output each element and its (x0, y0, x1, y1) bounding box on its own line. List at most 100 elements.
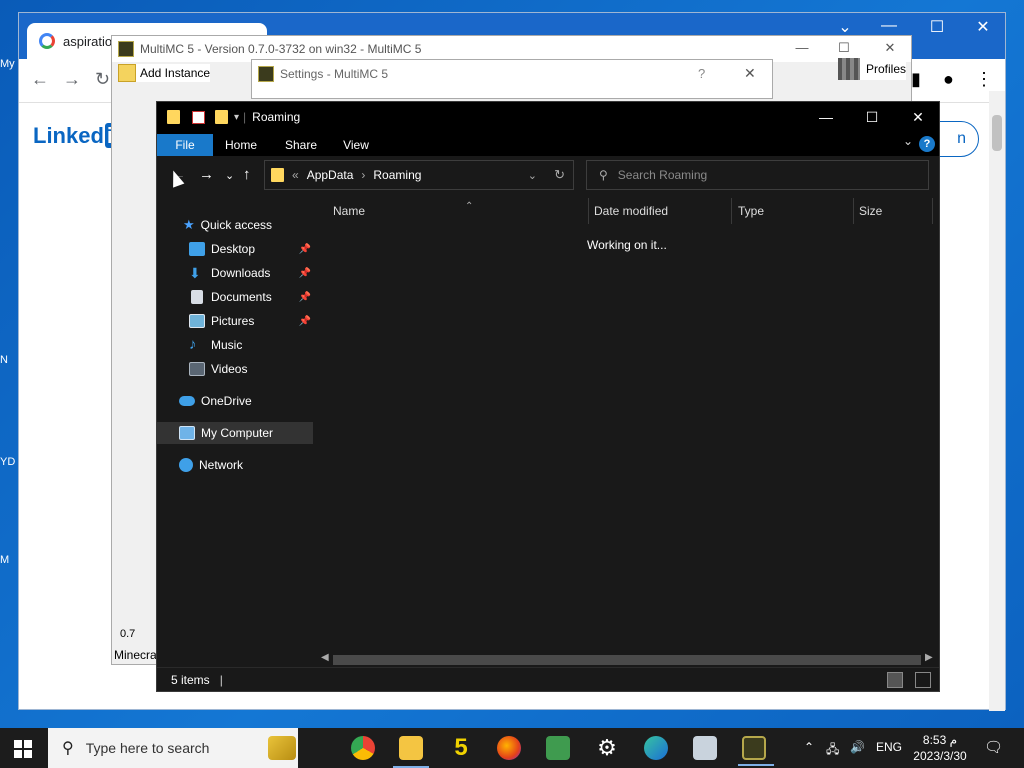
horizontal-scrollbar[interactable]: ◀ ▶ (317, 650, 937, 668)
desktop-icon[interactable]: N (0, 354, 20, 366)
column-date-label: Date modified (594, 204, 669, 218)
search-box[interactable]: ⚲ Search Roaming (586, 160, 929, 190)
large-icons-view-icon[interactable] (915, 672, 931, 688)
help-icon[interactable]: ? (919, 136, 935, 152)
clock[interactable]: 8:53 م 2023/3/30 (908, 732, 972, 764)
multimc-icon (118, 41, 134, 57)
sidebar-item-onedrive[interactable]: OneDrive (157, 390, 313, 412)
sidebar-icon[interactable]: ▮ (911, 69, 921, 90)
minimize-button[interactable]: — (782, 40, 822, 55)
pin-icon[interactable]: 📌 (299, 268, 311, 279)
forward-icon[interactable]: → (199, 166, 214, 183)
network-tray-icon[interactable]: 🖧 (826, 740, 839, 761)
chevron-up-icon[interactable]: ⌃ (804, 740, 814, 754)
editor-icon[interactable] (546, 736, 570, 760)
pin-icon[interactable]: 📌 (299, 316, 311, 327)
tab-view[interactable]: View (337, 134, 375, 156)
maximize-button[interactable]: ☐ (824, 40, 864, 56)
firefox-icon[interactable] (497, 736, 521, 760)
sort-up-icon: ⌃ (465, 201, 474, 212)
refresh-icon[interactable]: ↻ (554, 167, 565, 183)
address-dropdown-icon[interactable]: ⌄ (528, 169, 537, 182)
chrome-scrollbar[interactable] (989, 91, 1005, 711)
scroll-right-icon[interactable]: ▶ (925, 652, 933, 663)
multimc-status: Minecra (114, 648, 157, 662)
column-name-label: Name (333, 204, 366, 218)
language-indicator[interactable]: ENG (876, 740, 902, 754)
desktop-icon[interactable]: M (0, 554, 20, 566)
menu-icon[interactable]: ⋮ (975, 69, 993, 90)
search-input[interactable]: Search Roaming (618, 168, 707, 182)
settings-icon[interactable]: ⚙ (595, 736, 619, 760)
chevron-down-icon[interactable]: ⌄ (823, 17, 867, 37)
volume-icon[interactable]: 🔊 (850, 740, 865, 754)
network-icon (179, 458, 193, 472)
sidebar-item-network[interactable]: Network (157, 454, 313, 476)
help-button[interactable]: ? (698, 66, 705, 81)
new-folder-icon[interactable] (215, 110, 228, 124)
up-icon[interactable]: ↑ (243, 166, 251, 183)
recent-locations-icon[interactable]: ⌄ (225, 169, 234, 182)
column-type[interactable]: Type (732, 198, 854, 224)
add-instance-button[interactable]: Add Instance (140, 66, 210, 80)
sidebar-item-desktop[interactable]: Desktop 📌 (157, 238, 313, 260)
widgets-icon[interactable] (268, 736, 296, 760)
column-size[interactable]: Size (853, 198, 933, 224)
sidebar-item-pictures[interactable]: Pictures 📌 (157, 310, 313, 332)
forward-icon[interactable]: → (63, 69, 81, 90)
multimc-status-file: 0.7 (120, 628, 135, 640)
minimize-button[interactable]: — (803, 102, 849, 132)
breadcrumb-roaming[interactable]: Roaming (373, 168, 421, 182)
close-button[interactable]: ✕ (961, 17, 1005, 37)
close-button[interactable]: ✕ (870, 40, 910, 56)
scroll-thumb[interactable] (992, 115, 1002, 151)
file-list: Name ⌃ Date modified Type Size Working o… (315, 196, 939, 668)
properties-icon[interactable] (192, 110, 205, 124)
breadcrumb-appdata[interactable]: AppData (307, 168, 354, 182)
app-5-icon[interactable]: 5 (449, 736, 473, 760)
edge-icon[interactable] (644, 736, 668, 760)
tab-file[interactable]: File (157, 134, 213, 156)
notifications-icon[interactable]: 🗨 (984, 738, 1003, 756)
pin-icon[interactable]: 📌 (299, 244, 311, 255)
sidebar-item-documents[interactable]: Documents 📌 (157, 286, 313, 308)
desktop-icon[interactable]: YD (0, 456, 20, 468)
file-explorer-icon[interactable] (393, 736, 429, 768)
taskbar-search[interactable]: ⚲ Type here to search (48, 728, 298, 768)
column-name[interactable]: Name ⌃ (327, 198, 589, 224)
back-icon[interactable]: ← (31, 69, 49, 90)
customize-toolbar-icon[interactable]: ▾ (234, 112, 239, 123)
pin-icon[interactable]: 📌 (299, 292, 311, 303)
multimc-taskbar-icon[interactable] (738, 736, 774, 766)
sidebar-item-downloads[interactable]: ⬇ Downloads 📌 (157, 262, 313, 284)
column-date-modified[interactable]: Date modified (588, 198, 732, 224)
desktop-icon[interactable]: My (0, 58, 20, 70)
tab-share[interactable]: Share (279, 134, 323, 156)
details-view-icon[interactable] (887, 672, 903, 688)
maximize-button[interactable]: ☐ (915, 17, 959, 37)
sidebar-item-quick-access[interactable]: ★ Quick access (157, 214, 313, 236)
reload-icon[interactable]: ↻ (95, 69, 110, 90)
expand-ribbon-icon[interactable]: ⌄ (903, 134, 913, 148)
close-button[interactable]: ✕ (744, 65, 756, 82)
settings-title: Settings - MultiMC 5 (280, 67, 389, 81)
close-button[interactable]: ✕ (895, 102, 941, 132)
tab-home[interactable]: Home (221, 134, 261, 156)
minimize-button[interactable]: — (867, 17, 911, 35)
computer-icon (179, 426, 195, 440)
start-button[interactable] (14, 740, 32, 758)
taskbar-search-input[interactable]: Type here to search (86, 740, 210, 756)
address-chevron[interactable]: « (292, 168, 299, 182)
sidebar-item-music[interactable]: ♪ Music (157, 334, 313, 356)
app-icon[interactable] (693, 736, 717, 760)
chrome-icon[interactable] (351, 736, 375, 760)
profile-icon[interactable]: ● (943, 69, 954, 90)
scroll-thumb[interactable] (333, 655, 921, 665)
profiles-button[interactable]: Profiles (838, 58, 907, 80)
maximize-button[interactable]: ☐ (849, 102, 895, 132)
scroll-left-icon[interactable]: ◀ (321, 652, 329, 663)
sidebar-item-videos[interactable]: Videos (157, 358, 313, 380)
sidebar-item-my-computer[interactable]: My Computer (157, 422, 313, 444)
clock-time: 8:53 م (922, 733, 958, 747)
address-bar[interactable]: « AppData › Roaming ⌄ ↻ (264, 160, 574, 190)
